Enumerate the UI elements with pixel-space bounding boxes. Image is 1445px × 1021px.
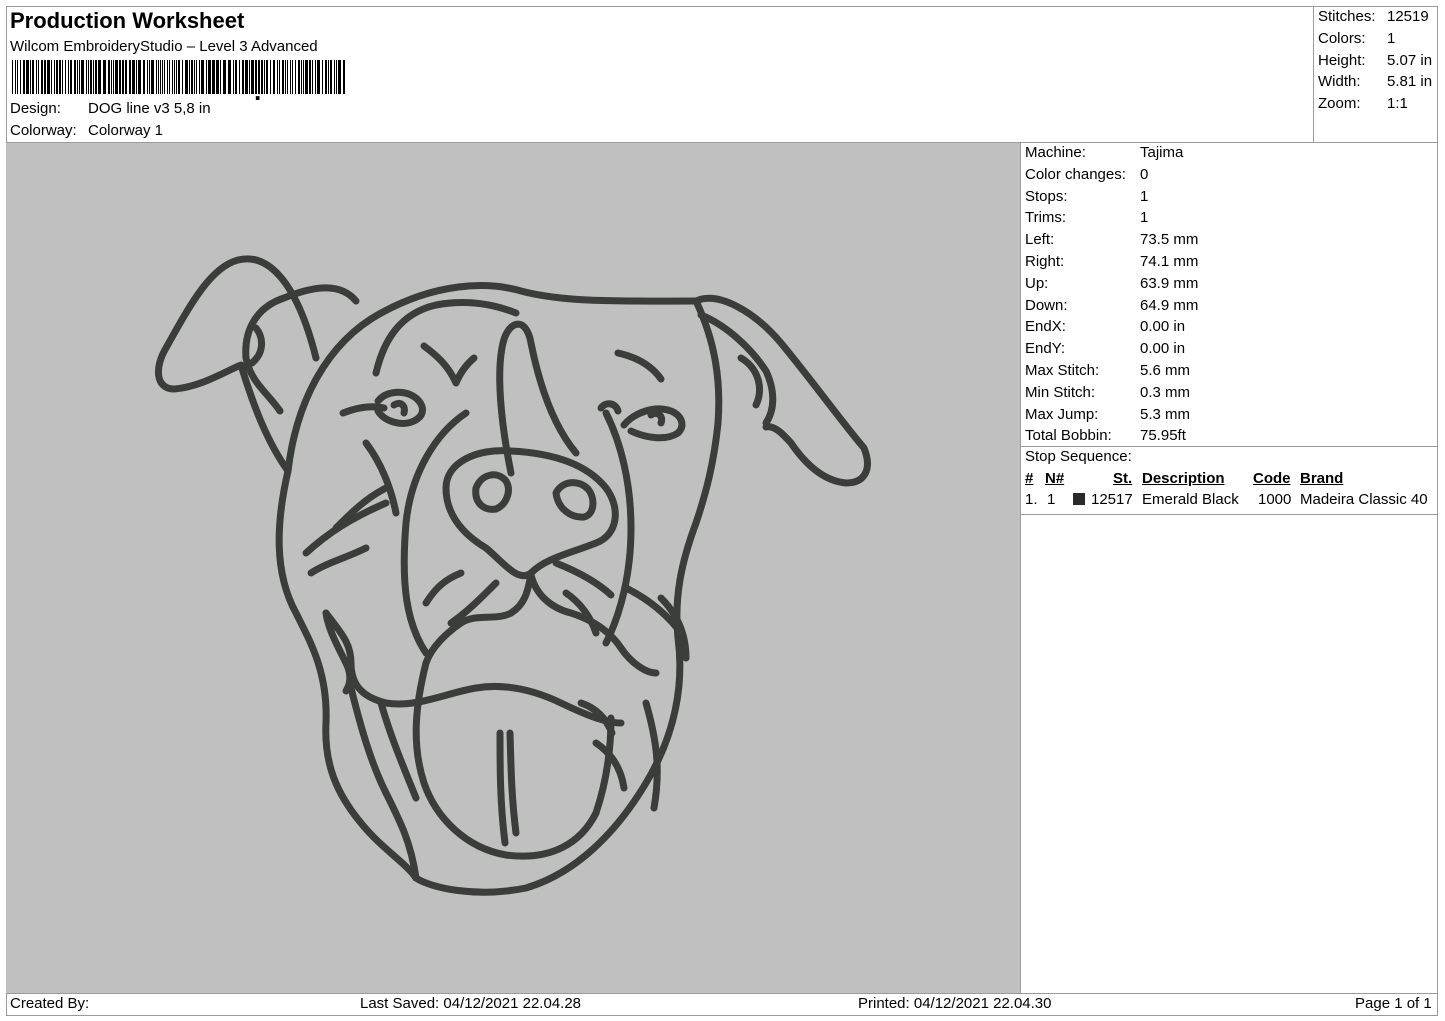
last-saved: Last Saved: 04/12/2021 22.04.28 xyxy=(360,995,582,1012)
thread-color-swatch xyxy=(1073,493,1085,505)
machine-info-panel: Machine: Tajima Color changes: 0 Stops: 1 Trim… xyxy=(1021,143,1438,447)
column-header-n: N# xyxy=(1045,470,1065,487)
row-num: 1. xyxy=(1025,491,1038,508)
stop-sequence-label: Stop Sequence: xyxy=(1025,448,1132,465)
summary-value: 12519 xyxy=(1387,8,1429,25)
design-value: DOG line v3 5,8 in xyxy=(88,100,211,117)
machine-info-label: Down: xyxy=(1025,296,1068,314)
summary-label: Colors: xyxy=(1318,30,1366,47)
worksheet-header: Production Worksheet Wilcom EmbroiderySt… xyxy=(6,6,1314,143)
summary-label: Zoom: xyxy=(1318,95,1361,112)
summary-value: 1 xyxy=(1387,30,1396,47)
svg-text:,: , xyxy=(254,76,261,100)
machine-info-row: Min Stitch: 0.3 mm xyxy=(1025,384,1190,401)
machine-info-row: EndY: 0.00 in xyxy=(1025,340,1185,357)
column-header-brand: Brand xyxy=(1300,470,1344,487)
machine-info-value: 5.6 mm xyxy=(1140,362,1191,379)
machine-info-row: EndX: 0.00 in xyxy=(1025,318,1185,335)
summary-row: Width: 5.81 in xyxy=(1318,73,1432,90)
machine-info-label: Color changes: xyxy=(1025,165,1126,183)
dog-embroidery-illustration xyxy=(155,255,871,896)
summary-row: Colors: 1 xyxy=(1318,30,1395,47)
machine-info-row: Trims: 1 xyxy=(1025,209,1148,226)
machine-info-value: 1 xyxy=(1140,209,1149,227)
worksheet-footer: Created By: Last Saved: 04/12/2021 22.04… xyxy=(6,993,1438,1016)
printed-date: Printed: 04/12/2021 22.04.30 xyxy=(858,995,1052,1012)
column-header-description: Description xyxy=(1142,470,1225,487)
machine-info-row: Down: 64.9 mm xyxy=(1025,297,1198,314)
machine-info-row: Stops: 1 xyxy=(1025,188,1148,205)
machine-info-label: Stops: xyxy=(1025,187,1068,205)
software-name: Wilcom EmbroideryStudio – Level 3 Advanc… xyxy=(10,38,318,55)
colorway-value: Colorway 1 xyxy=(88,122,164,139)
column-header-num: # xyxy=(1025,470,1034,487)
design-summary: Stitches: 12519 Colors: 1 Height: 5.07 in W… xyxy=(1314,6,1438,143)
page-title: Production Worksheet xyxy=(10,8,245,33)
design-name-row: Design: DOG line v3 5,8 in xyxy=(10,100,211,117)
machine-info-value: 5.3 mm xyxy=(1140,405,1191,423)
summary-value: 5.81 in xyxy=(1387,73,1433,90)
machine-info-label: Max Jump: xyxy=(1025,405,1099,423)
colorway-row: Colorway: Colorway 1 xyxy=(10,122,163,139)
machine-info-label: Left: xyxy=(1025,231,1055,249)
machine-info-label: Min Stitch: xyxy=(1025,383,1096,401)
row-stitches: 12517 xyxy=(1091,491,1133,508)
row-n: 1 xyxy=(1047,491,1056,508)
summary-label: Width: xyxy=(1318,73,1361,90)
machine-info-label: Up: xyxy=(1025,274,1049,292)
design-preview xyxy=(6,143,1021,993)
machine-info-value: 73.5 mm xyxy=(1140,231,1199,249)
design-label: Design: xyxy=(10,100,61,117)
machine-info-label: EndY: xyxy=(1025,340,1066,358)
machine-info-label: Max Stitch: xyxy=(1025,362,1100,379)
machine-info-value: 64.9 mm xyxy=(1140,296,1199,314)
summary-row: Stitches: 12519 xyxy=(1318,8,1429,25)
colorway-label: Colorway: xyxy=(10,122,77,139)
machine-info-row: Right: 74.1 mm xyxy=(1025,253,1198,270)
machine-info-row: Color changes: 0 xyxy=(1025,166,1148,183)
summary-row: Zoom: 1:1 xyxy=(1318,95,1408,112)
machine-info-value: 75.95ft xyxy=(1140,427,1186,445)
summary-label: Stitches: xyxy=(1318,8,1376,25)
machine-info-row: Machine: Tajima xyxy=(1025,144,1183,161)
machine-info-row: Max Stitch: 5.6 mm xyxy=(1025,362,1190,379)
machine-info-label: Total Bobbin: xyxy=(1025,427,1112,445)
barcode-icon: , xyxy=(12,60,345,100)
machine-info-label: Machine: xyxy=(1025,144,1086,161)
created-by: Created By: xyxy=(10,995,90,1012)
machine-info-value: 0 xyxy=(1140,165,1149,183)
machine-info-label: Right: xyxy=(1025,253,1065,270)
stop-sequence-panel: Stop Sequence: # N# St. Description Code… xyxy=(1021,447,1438,515)
machine-info-label: EndX: xyxy=(1025,318,1066,336)
machine-info-row: Max Jump: 5.3 mm xyxy=(1025,406,1190,423)
machine-info-row: Up: 63.9 mm xyxy=(1025,275,1198,292)
machine-info-row: Total Bobbin: 75.95ft xyxy=(1025,427,1186,444)
machine-info-value: 0.3 mm xyxy=(1140,383,1191,401)
page-number: Page 1 of 1 xyxy=(1355,995,1432,1012)
machine-info-row: Left: 73.5 mm xyxy=(1025,231,1198,248)
machine-info-label: Trims: xyxy=(1025,209,1067,227)
row-brand: Madeira Classic 40 xyxy=(1300,491,1428,508)
summary-value: 5.07 in xyxy=(1387,52,1433,69)
machine-info-value: 74.1 mm xyxy=(1140,253,1199,270)
machine-info-value: Tajima xyxy=(1140,144,1184,161)
row-code: 1000 xyxy=(1258,491,1292,508)
row-description: Emerald Black xyxy=(1142,491,1239,508)
summary-value: 1:1 xyxy=(1387,95,1408,112)
column-header-stitches: St. xyxy=(1113,470,1133,487)
summary-row: Height: 5.07 in xyxy=(1318,52,1432,69)
column-header-code: Code xyxy=(1253,470,1291,487)
machine-info-value: 1 xyxy=(1140,187,1149,205)
summary-label: Height: xyxy=(1318,52,1366,69)
machine-info-value: 63.9 mm xyxy=(1140,274,1199,292)
machine-info-value: 0.00 in xyxy=(1140,340,1186,358)
machine-info-value: 0.00 in xyxy=(1140,318,1186,336)
